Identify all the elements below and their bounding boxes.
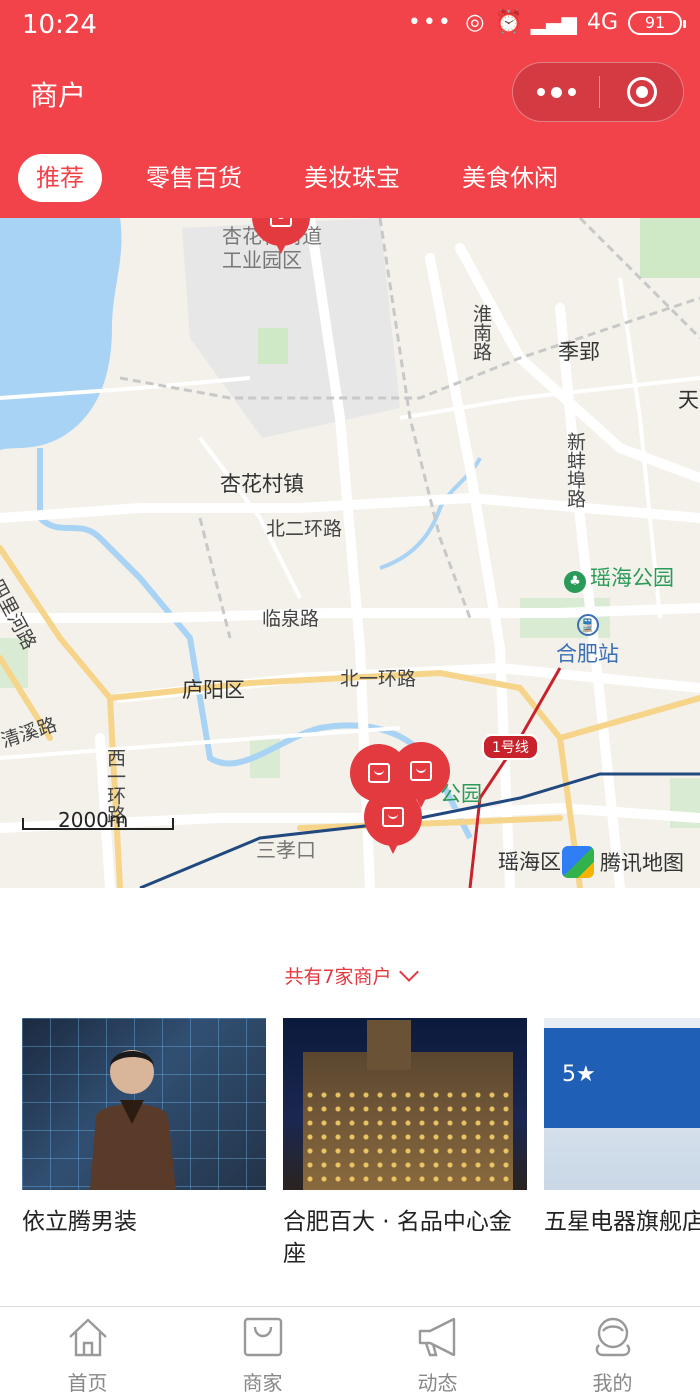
map-label-jiying: 季郢: [558, 340, 600, 364]
alarm-icon: ⏰: [495, 10, 523, 35]
map-scale-label: 2000m: [58, 808, 129, 832]
map-label-luyang-district: 庐阳区: [182, 678, 245, 702]
map-label-huainan-road: 淮南路: [470, 304, 492, 361]
shopping-bag-icon: [382, 807, 404, 827]
nav-merchants[interactable]: 商家: [175, 1307, 350, 1400]
map-provider: 腾讯地图: [562, 846, 684, 878]
more-menu-button[interactable]: [513, 63, 599, 121]
map-label-linquan-road: 临泉路: [262, 608, 320, 630]
shopping-bag-icon: [243, 1317, 283, 1357]
metro-line-badge: 1号线: [482, 734, 539, 760]
status-bar: 10:24 ••• ◎ ⏰ ▂▄▆ 4G 91: [0, 0, 700, 52]
map-label-xinbengbu-road: 新蚌埠路: [564, 432, 586, 508]
store-sign-icon: 5★: [562, 1062, 596, 1087]
nav-home[interactable]: 首页: [0, 1307, 175, 1400]
merchant-card[interactable]: 合肥百大 · 名品中心金座: [283, 1018, 527, 1270]
hotspot-icon: ◎: [465, 10, 485, 35]
merchant-image-electronics-store: 5★: [544, 1018, 700, 1190]
page-title: 商户: [30, 79, 87, 112]
header: 10:24 ••• ◎ ⏰ ▂▄▆ 4G 91 商户 推荐 零售百货 美妆珠宝 …: [0, 0, 700, 218]
tab-beauty-jewelry[interactable]: 美妆珠宝: [304, 154, 400, 202]
home-icon: [69, 1318, 107, 1357]
park-icon: ♣: [564, 571, 586, 593]
nav-merchants-label: 商家: [242, 1371, 283, 1395]
nav-news[interactable]: 动态: [350, 1307, 525, 1400]
merchant-card-list: 依立腾男装 合肥百大 · 名品中心金座 5★ 五星电器旗舰店: [22, 1018, 700, 1278]
merchant-count-toggle[interactable]: 共有7家商户: [0, 962, 700, 989]
miniprogram-capsule: [512, 62, 684, 122]
map-label-tian: 天: [678, 388, 699, 412]
battery-level: 91: [644, 13, 666, 32]
chevron-down-icon: [398, 962, 419, 982]
nav-home-label: 首页: [67, 1371, 108, 1395]
tab-recommend[interactable]: 推荐: [18, 154, 102, 202]
map-view[interactable]: 杏花村街道 工业园区 淮南路 季郢 天 新蚌埠路 杏花村镇 北二环路 ♣瑶海公园…: [0, 218, 700, 888]
train-station-icon: 🚆: [576, 614, 599, 636]
user-icon: [595, 1317, 631, 1357]
merchant-count-text: 共有7家商户: [284, 966, 392, 988]
tab-retail[interactable]: 零售百货: [146, 154, 242, 202]
merchant-card[interactable]: 依立腾男装: [22, 1018, 266, 1238]
shopping-bag-icon: [270, 218, 292, 227]
map-label-xinghuacun-town: 杏花村镇: [220, 472, 304, 496]
merchant-map-pin[interactable]: [364, 788, 422, 854]
megaphone-icon: [418, 1317, 456, 1357]
map-label-sanxiaokou: 三孝口: [256, 838, 316, 862]
map-label-yaohai-district: 瑶海区: [498, 850, 561, 874]
network-type: 4G: [586, 10, 618, 35]
merchant-image-menswear: [22, 1018, 266, 1190]
nav-profile-label: 我的: [592, 1371, 633, 1395]
merchant-name: 五星电器旗舰店: [544, 1209, 700, 1235]
bottom-tab-bar: 首页 商家 动态 我的: [0, 1306, 700, 1400]
merchant-card[interactable]: 5★ 五星电器旗舰店: [544, 1018, 700, 1238]
nav-news-label: 动态: [417, 1371, 458, 1395]
category-tabs: 推荐 零售百货 美妆珠宝 美食休闲: [18, 154, 620, 202]
status-time: 10:24: [22, 10, 97, 40]
shopping-bag-icon: [368, 763, 390, 783]
merchant-page: 10:24 ••• ◎ ⏰ ▂▄▆ 4G 91 商户 推荐 零售百货 美妆珠宝 …: [0, 0, 700, 1400]
map-label-north-first-ring: 北一环路: [340, 668, 417, 690]
more-notifications-icon: •••: [407, 10, 453, 35]
map-label-north-second-ring: 北二环路: [266, 518, 343, 540]
tab-food-leisure[interactable]: 美食休闲: [462, 154, 558, 202]
map-poi-hefei-station: 🚆 合肥站: [556, 614, 619, 668]
signal-icon: ▂▄▆: [530, 10, 577, 35]
person-photo-icon: [90, 1050, 176, 1190]
battery-icon: 91: [628, 10, 686, 35]
close-miniprogram-button[interactable]: [600, 63, 683, 121]
merchant-name: 依立腾男装: [22, 1209, 137, 1235]
merchant-name: 合肥百大 · 名品中心金座: [283, 1209, 512, 1267]
target-icon: [626, 77, 657, 107]
merchant-image-department-store: [283, 1018, 527, 1190]
map-poi-yaohai-park: ♣ 瑶海公园: [564, 562, 674, 593]
tencent-map-logo-icon: [562, 846, 594, 878]
shopping-bag-icon: [410, 761, 432, 781]
nav-profile[interactable]: 我的: [525, 1307, 700, 1400]
